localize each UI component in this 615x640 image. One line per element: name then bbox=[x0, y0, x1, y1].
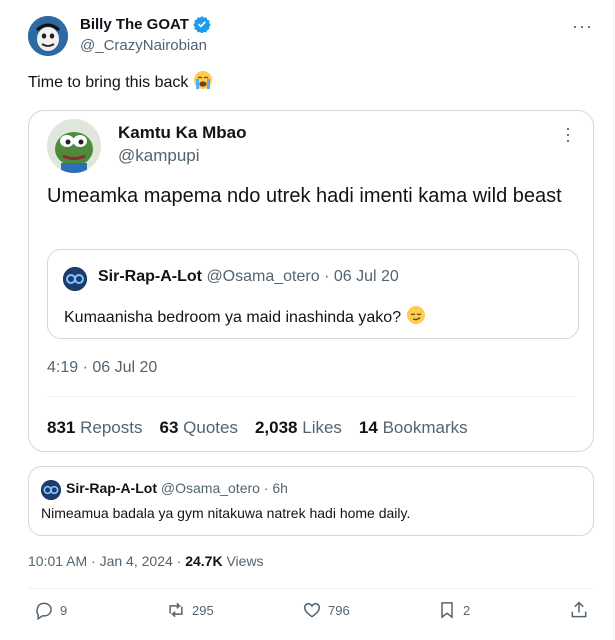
nested-author-name[interactable]: Sir-Rap-A-Lot bbox=[98, 268, 202, 285]
stat-reposts[interactable]: 831 Reposts bbox=[47, 418, 142, 438]
second-quoted-handle[interactable]: @Osama_otero bbox=[161, 480, 260, 496]
quoted-author-avatar[interactable] bbox=[47, 119, 101, 173]
like-button[interactable]: 796 bbox=[302, 600, 350, 620]
actions-divider bbox=[28, 588, 593, 589]
glasses-avatar-icon bbox=[63, 267, 87, 291]
nested-author-handle[interactable]: @Osama_otero bbox=[206, 268, 319, 285]
stat-bookmarks-label: Bookmarks bbox=[382, 418, 468, 437]
stat-reposts-value: 831 bbox=[47, 418, 76, 437]
quoted-stats-row: 831 Reposts 63 Quotes 2,038 Likes 14 Boo… bbox=[47, 418, 468, 438]
author-avatar[interactable] bbox=[28, 16, 68, 56]
stat-bookmarks[interactable]: 14 Bookmarks bbox=[359, 418, 468, 438]
second-quoted-tweet-card[interactable]: Sir-Rap-A-Lot @Osama_otero · 6h Nimeamua… bbox=[28, 466, 594, 536]
nested-quoted-tweet-card[interactable]: Sir-Rap-A-Lot @Osama_otero · 06 Jul 20 K… bbox=[47, 249, 579, 339]
second-quoted-avatar[interactable] bbox=[41, 480, 61, 500]
nested-date: · 06 Jul 20 bbox=[324, 268, 399, 285]
second-quoted-age: · 6h bbox=[263, 480, 288, 496]
share-icon bbox=[571, 601, 587, 618]
stat-bookmarks-value: 14 bbox=[358, 418, 378, 437]
stat-quotes[interactable]: 63 Quotes bbox=[159, 418, 237, 438]
meme-face-avatar-icon bbox=[28, 16, 68, 56]
quoted-more-options-icon[interactable]: · · · bbox=[565, 119, 571, 149]
bookmark-icon bbox=[441, 602, 453, 619]
quoted-divider bbox=[47, 396, 575, 397]
glasses-avatar-icon bbox=[41, 480, 61, 500]
nested-tweet-text: Kumaanisha bedroom ya maid inashinda yak… bbox=[64, 305, 426, 327]
stat-likes[interactable]: 2,038 Likes bbox=[255, 418, 342, 438]
nested-tweet-text-content: Kumaanisha bedroom ya maid inashinda yak… bbox=[64, 309, 402, 326]
second-quoted-text: Nimeamua badala ya gym nitakuwa natrek h… bbox=[41, 505, 411, 521]
repost-count: 295 bbox=[192, 602, 214, 618]
author-name[interactable]: Billy The GOAT bbox=[80, 16, 189, 33]
more-options-icon[interactable]: ··· bbox=[572, 16, 593, 37]
tweet-text-content: Time to bring this back bbox=[28, 74, 189, 91]
author-handle[interactable]: @_CrazyNairobian bbox=[80, 37, 207, 54]
reply-icon bbox=[36, 602, 52, 620]
reply-count: 9 bbox=[60, 602, 68, 618]
repost-icon bbox=[169, 602, 183, 618]
share-button[interactable] bbox=[569, 600, 589, 620]
stat-likes-label: Likes bbox=[302, 418, 342, 437]
like-count: 796 bbox=[328, 602, 350, 618]
second-quoted-name[interactable]: Sir-Rap-A-Lot bbox=[66, 480, 157, 496]
tweet-meta: 10:01 AM · Jan 4, 2024 · 24.7K Views bbox=[28, 553, 264, 569]
nested-author-avatar[interactable] bbox=[63, 267, 87, 291]
heart-icon bbox=[303, 602, 321, 618]
views-count: 24.7K bbox=[185, 553, 223, 569]
quoted-timestamp[interactable]: 4:19 · 06 Jul 20 bbox=[47, 359, 157, 377]
quoted-author-handle[interactable]: @kampupi bbox=[118, 146, 200, 166]
crying-face-icon bbox=[193, 71, 212, 89]
smirk-face-icon bbox=[406, 306, 425, 324]
quoted-tweet-text: Umeamka mapema ndo utrek hadi imenti kam… bbox=[47, 185, 562, 207]
views-label: Views bbox=[226, 553, 264, 569]
tweet-timestamp[interactable]: 10:01 AM · Jan 4, 2024 · bbox=[28, 553, 181, 569]
verified-badge-icon bbox=[193, 16, 211, 33]
quoted-author-name[interactable]: Kamtu Ka Mbao bbox=[118, 123, 246, 143]
stat-quotes-value: 63 bbox=[159, 418, 179, 437]
stat-quotes-label: Quotes bbox=[183, 418, 238, 437]
quoted-tweet-card[interactable]: Kamtu Ka Mbao @kampupi · · · Umeamka mapem… bbox=[28, 110, 594, 452]
tweet-text: Time to bring this back bbox=[28, 70, 213, 92]
stat-likes-value: 2,038 bbox=[254, 418, 298, 437]
bookmark-count: 2 bbox=[463, 602, 471, 618]
reply-button[interactable]: 9 bbox=[34, 600, 67, 620]
stat-reposts-label: Reposts bbox=[80, 418, 143, 437]
repost-button[interactable]: 295 bbox=[166, 600, 214, 620]
pepe-frog-avatar-icon bbox=[47, 119, 101, 173]
bookmark-button[interactable]: 2 bbox=[437, 600, 470, 620]
